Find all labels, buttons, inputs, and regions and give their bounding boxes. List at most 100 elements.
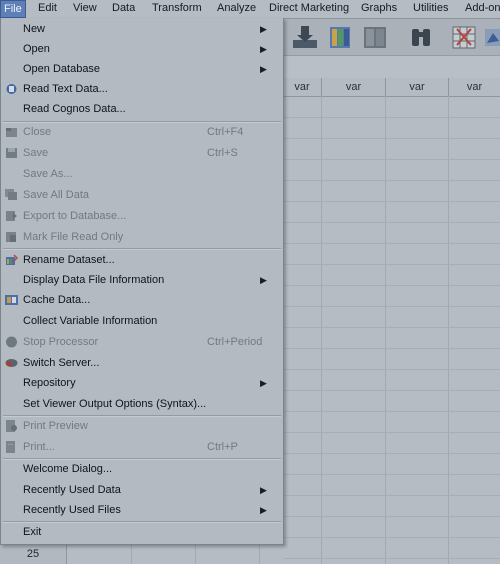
grid-line — [283, 327, 500, 328]
cell-editor-bar[interactable] — [283, 56, 500, 79]
menu-item-label: New — [23, 23, 46, 35]
grid-line — [283, 285, 500, 286]
chart-icon[interactable] — [483, 23, 500, 51]
menu-view[interactable]: View — [73, 2, 97, 14]
print-preview-icon — [6, 420, 17, 432]
insert-cases-icon[interactable] — [290, 23, 320, 51]
menu-item-recently-used-data[interactable]: Recently Used Data ▶ — [1, 480, 283, 500]
menu-item-mark-file-read-only[interactable]: Mark File Read Only — [1, 227, 283, 247]
menu-item-label: Set Viewer Output Options (Syntax)... — [23, 398, 207, 410]
menu-item-exit[interactable]: Exit — [1, 522, 283, 542]
menu-item-export-to-database[interactable]: Export to Database... — [1, 206, 283, 226]
menu-item-set-viewer-output-options[interactable]: Set Viewer Output Options (Syntax)... — [1, 394, 283, 414]
grid-line — [283, 117, 500, 118]
menu-item-rename-dataset[interactable]: Rename Dataset... — [1, 250, 283, 270]
column-header[interactable]: var — [283, 78, 322, 97]
data-cell[interactable] — [260, 543, 283, 564]
data-cell[interactable] — [196, 543, 260, 564]
grid-line — [283, 369, 500, 370]
menu-item-switch-server[interactable]: Switch Server... — [1, 353, 283, 373]
menu-add-ons[interactable]: Add-ons — [465, 2, 500, 14]
switch-server-icon — [5, 359, 18, 367]
menu-item-close[interactable]: Close Ctrl+F4 — [1, 122, 283, 142]
menu-item-welcome-dialog[interactable]: Welcome Dialog... — [1, 459, 283, 479]
insert-variable-icon[interactable] — [325, 23, 355, 51]
grid-line — [283, 558, 500, 559]
grid-line — [283, 180, 500, 181]
menu-item-print-preview[interactable]: Print Preview — [1, 416, 283, 436]
grid-line — [283, 453, 500, 454]
menu-graphs[interactable]: Graphs — [361, 2, 397, 14]
column-header[interactable]: var — [449, 78, 500, 97]
grid-line — [283, 432, 500, 433]
menu-item-cache-data[interactable]: Cache Data... — [1, 290, 283, 310]
menu-item-stop-processor[interactable]: Stop Processor Ctrl+Period — [1, 332, 283, 352]
grid-line — [283, 306, 500, 307]
grid-line — [385, 96, 386, 564]
menu-item-label: Print Preview — [23, 420, 88, 432]
menu-item-recently-used-files[interactable]: Recently Used Files ▶ — [1, 500, 283, 520]
value-labels-icon[interactable] — [449, 23, 479, 51]
menu-item-read-text-data[interactable]: Read Text Data... — [1, 79, 283, 99]
menu-item-label: Save — [23, 147, 49, 159]
menu-item-open-database[interactable]: Open Database ▶ — [1, 59, 283, 79]
grid-line — [283, 495, 500, 496]
menu-utilities[interactable]: Utilities — [413, 2, 448, 14]
submenu-arrow-icon: ▶ — [260, 275, 267, 285]
menu-item-label: Print... — [23, 441, 55, 453]
menu-item-save-as[interactable]: Save As... — [1, 164, 283, 184]
row-number-25[interactable]: 25 — [0, 543, 67, 564]
grid-line — [283, 159, 500, 160]
menu-item-save-all-data[interactable]: Save All Data — [1, 185, 283, 205]
menu-item-display-data-file-information[interactable]: Display Data File Information ▶ — [1, 270, 283, 290]
grid-line — [283, 243, 500, 244]
menu-item-label: Welcome Dialog... — [23, 463, 113, 475]
column-header[interactable]: var — [386, 78, 449, 97]
menu-item-repository[interactable]: Repository ▶ — [1, 373, 283, 393]
grid-line — [283, 537, 500, 538]
menu-item-save[interactable]: Save Ctrl+S — [1, 143, 283, 163]
submenu-arrow-icon: ▶ — [260, 378, 267, 388]
menu-item-label: Save All Data — [23, 189, 90, 201]
submenu-arrow-icon: ▶ — [260, 485, 267, 495]
menu-direct-marketing[interactable]: Direct Marketing — [269, 2, 349, 14]
grid-line — [283, 390, 500, 391]
grid-line — [283, 264, 500, 265]
print-icon — [6, 441, 15, 453]
menu-edit[interactable]: Edit — [38, 2, 57, 14]
menu-item-label: Rename Dataset... — [23, 254, 115, 266]
grid-line — [283, 222, 500, 223]
menu-item-print[interactable]: Print... Ctrl+P — [1, 437, 283, 457]
grid-line — [283, 516, 500, 517]
menu-item-open[interactable]: Open ▶ — [1, 39, 283, 59]
menu-item-label: Recently Used Data — [23, 484, 121, 496]
find-icon[interactable] — [406, 23, 436, 51]
submenu-arrow-icon: ▶ — [260, 24, 267, 34]
column-header[interactable]: var — [322, 78, 386, 97]
menu-bar: File Edit View Data Transform Analyze Di… — [0, 0, 500, 19]
menu-data[interactable]: Data — [112, 2, 135, 14]
menu-item-shortcut: Ctrl+Period — [207, 336, 263, 348]
menu-item-label: Save As... — [23, 168, 73, 180]
menu-file[interactable]: File — [0, 0, 26, 18]
grid-line — [283, 348, 500, 349]
read-text-data-icon — [6, 84, 17, 94]
menu-item-label: Export to Database... — [23, 210, 127, 222]
save-all-icon — [5, 189, 17, 200]
menu-analyze[interactable]: Analyze — [217, 2, 256, 14]
menu-item-shortcut: Ctrl+P — [207, 441, 238, 453]
submenu-arrow-icon: ▶ — [260, 64, 267, 74]
grid-line — [283, 411, 500, 412]
menu-item-label: Repository — [23, 377, 76, 389]
menu-item-shortcut: Ctrl+F4 — [207, 126, 244, 138]
menu-item-label: Open Database — [23, 63, 101, 75]
menu-item-collect-variable-information[interactable]: Collect Variable Information — [1, 311, 283, 331]
menu-transform[interactable]: Transform — [152, 2, 202, 14]
menu-item-label: Recently Used Files — [23, 504, 121, 516]
split-file-icon[interactable] — [360, 23, 390, 51]
data-cell[interactable] — [132, 543, 196, 564]
data-cell[interactable] — [67, 543, 132, 564]
menu-item-read-cognos-data[interactable]: Read Cognos Data... — [1, 99, 283, 119]
menu-item-new[interactable]: New ▶ — [1, 19, 283, 39]
menu-item-label: Stop Processor — [23, 336, 99, 348]
